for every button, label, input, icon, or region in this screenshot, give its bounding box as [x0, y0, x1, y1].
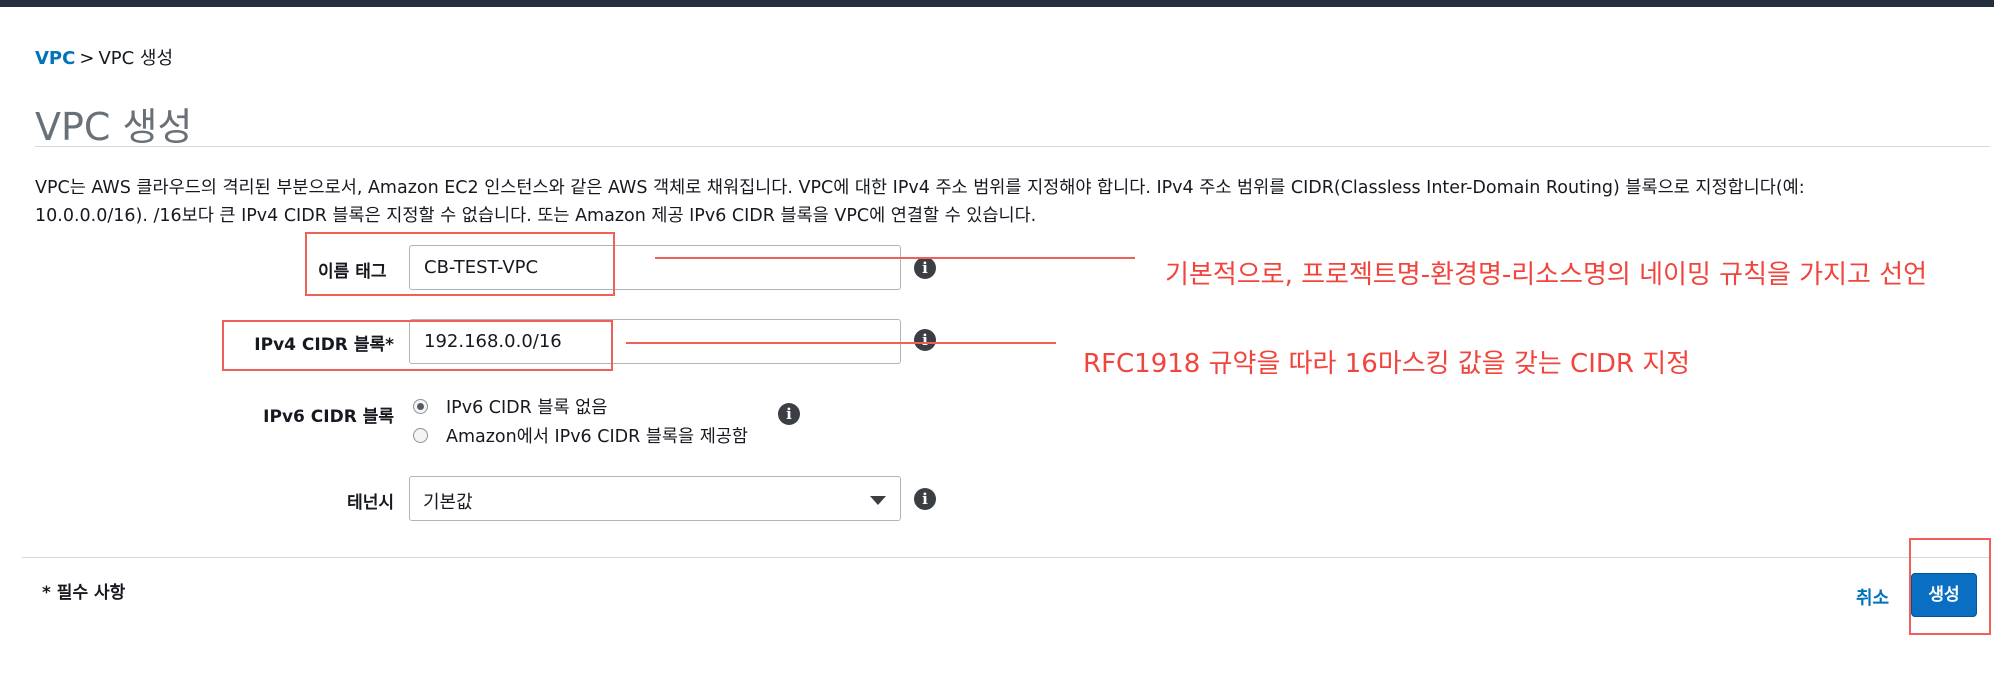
annotation-highlight-ipv4-cidr: [222, 320, 613, 371]
radio-option-no-ipv6[interactable]: IPv6 CIDR 블록 없음: [413, 394, 607, 419]
radio-button[interactable]: [413, 399, 428, 414]
info-icon[interactable]: i: [914, 329, 936, 351]
chevron-down-icon: [870, 496, 886, 505]
breadcrumb: VPC > VPC 생성: [35, 44, 173, 70]
annotation-highlight-name-tag: [305, 232, 615, 296]
page-title: VPC 생성: [35, 105, 193, 149]
cancel-button[interactable]: 취소: [1856, 584, 1889, 610]
breadcrumb-separator: >: [79, 48, 95, 69]
required-note: * 필수 사항: [42, 583, 126, 603]
radio-label-no-ipv6: IPv6 CIDR 블록 없음: [446, 398, 608, 418]
radio-option-amazon-ipv6[interactable]: Amazon에서 IPv6 CIDR 블록을 제공함: [413, 423, 748, 448]
annotation-line-name-tag: [655, 257, 1135, 259]
footer-divider: [22, 557, 1990, 558]
annotation-text-ipv4-cidr: RFC1918 규약을 따라 16마스킹 값을 갖는 CIDR 지정: [1083, 349, 1691, 379]
radio-label-amazon-ipv6: Amazon에서 IPv6 CIDR 블록을 제공함: [446, 427, 748, 447]
info-icon[interactable]: i: [914, 257, 936, 279]
annotation-text-name-tag: 기본적으로, 프로젝트명-환경명-리소스명의 네이밍 규칙을 가지고 선언: [1165, 260, 1928, 290]
tenancy-select-value: 기본값: [423, 492, 473, 513]
radio-button[interactable]: [413, 428, 428, 443]
breadcrumb-current: VPC 생성: [98, 48, 174, 69]
tenancy-select[interactable]: 기본값: [409, 476, 901, 521]
breadcrumb-link-vpc[interactable]: VPC: [35, 48, 75, 69]
tenancy-label: 테넌시: [347, 493, 394, 513]
info-icon[interactable]: i: [778, 403, 800, 425]
annotation-highlight-create-button: [1909, 538, 1991, 635]
top-navigation-bar: [0, 0, 1994, 7]
title-divider: [35, 146, 1990, 147]
info-icon[interactable]: i: [914, 488, 936, 510]
ipv6-cidr-label: IPv6 CIDR 블록: [263, 407, 394, 427]
page-description: VPC는 AWS 클라우드의 격리된 부분으로서, Amazon EC2 인스턴…: [35, 178, 1805, 226]
annotation-line-ipv4-cidr: [626, 342, 1056, 344]
